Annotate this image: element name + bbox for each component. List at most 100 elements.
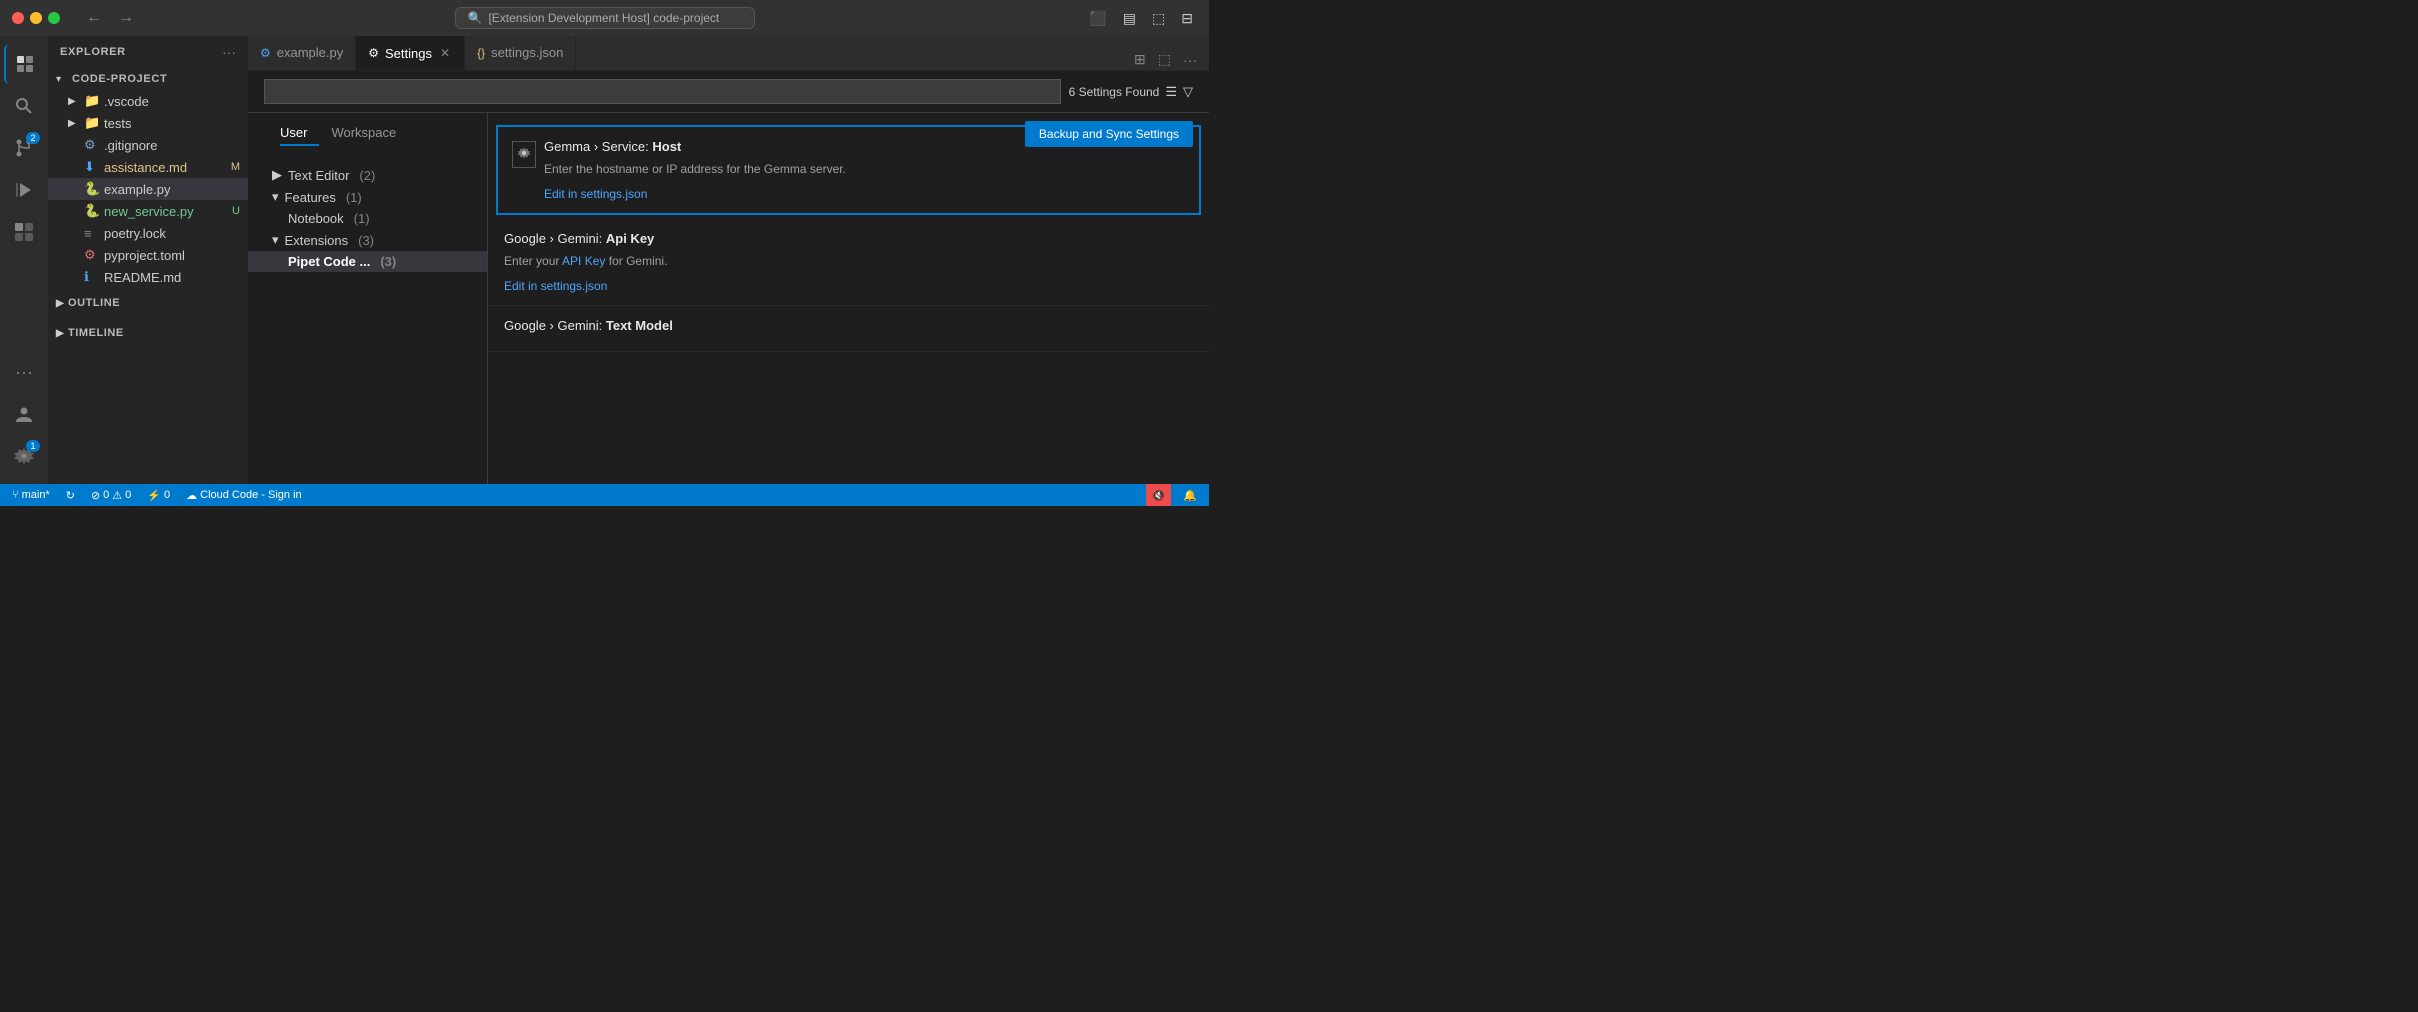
tab-settings-json[interactable]: {} settings.json — [465, 35, 576, 70]
minimize-button[interactable] — [30, 12, 42, 24]
sidebar-more-button[interactable]: ··· — [222, 44, 236, 60]
split-editor-button[interactable]: ⬚ — [1148, 8, 1169, 29]
tab-settings[interactable]: ⚙ Settings ✕ — [356, 35, 465, 70]
status-sync[interactable]: ↻ — [62, 484, 79, 506]
clear-search-button[interactable]: ☰ — [1165, 84, 1177, 100]
nav-item-features[interactable]: ▾ Features (1) — [248, 186, 487, 208]
status-mute-button[interactable]: 🔇 — [1146, 484, 1172, 506]
nav-notebook-count: (1) — [354, 211, 370, 226]
sidebar-header: EXPLORER ··· — [48, 36, 248, 68]
timeline-arrow-icon: ▶ — [56, 328, 68, 339]
file-tree: ▾ CODE-PROJECT ▶ 📁 .vscode ▶ 📁 tests ▶ ⚙… — [48, 68, 248, 484]
sidebar-item-search[interactable] — [4, 86, 44, 126]
tree-item-pyproject-toml[interactable]: ▶ ⚙ pyproject.toml — [48, 244, 248, 266]
tree-item-new-service-py[interactable]: ▶ 🐍 new_service.py U — [48, 200, 248, 222]
setting-item-google-text-model: Google › Gemini: Text Model — [488, 306, 1209, 352]
tests-label: tests — [104, 116, 248, 131]
nav-item-text-editor[interactable]: ▶ Text Editor (2) — [248, 164, 487, 186]
outline-arrow-icon: ▶ — [56, 298, 68, 309]
nav-item-extensions[interactable]: ▾ Extensions (3) — [248, 229, 487, 251]
status-branch-label: main* — [22, 489, 50, 501]
sidebar-item-settings[interactable]: 1 — [4, 436, 44, 476]
timeline-header[interactable]: ▶ TIMELINE — [48, 322, 248, 344]
explorer-icon — [14, 53, 36, 75]
setting-text-model-prefix: Google › Gemini: — [504, 318, 606, 333]
sidebar-item-source-control[interactable]: 2 — [4, 128, 44, 168]
customize-layout-button[interactable]: ⊟ — [1177, 8, 1197, 29]
warning-icon: ⚠ — [112, 489, 122, 502]
tab-actions: ⊞ ⬚ ··· — [1130, 49, 1209, 70]
status-bell-button[interactable]: 🔔 — [1179, 484, 1201, 506]
titlebar: ← → 🔍 [Extension Development Host] code-… — [0, 0, 1209, 36]
py-tab-icon: ⚙ — [260, 46, 271, 60]
tree-item-readme[interactable]: ▶ ℹ README.md — [48, 266, 248, 288]
sidebar-item-run[interactable] — [4, 170, 44, 210]
split-editor-right-button[interactable]: ⬚ — [1154, 49, 1175, 70]
tree-item-vscode[interactable]: ▶ 📁 .vscode — [48, 90, 248, 112]
tab-example-py[interactable]: ⚙ example.py — [248, 35, 356, 70]
tree-item-assistance-md[interactable]: ▶ ⬇ assistance.md M — [48, 156, 248, 178]
status-errors[interactable]: ⊘ 0 ⚠ 0 — [87, 484, 135, 506]
nav-item-notebook[interactable]: Notebook (1) — [248, 208, 487, 229]
forward-button[interactable]: → — [112, 7, 140, 29]
setting-desc-google-api-key: Enter your API Key for Gemini. — [504, 252, 1193, 270]
bell-icon: 🔔 — [1183, 489, 1197, 502]
git-icon: ⚙ — [84, 137, 100, 153]
search-results: 6 Settings Found ☰ ▽ — [1069, 84, 1193, 100]
titlebar-search-text: [Extension Development Host] code-projec… — [488, 11, 719, 25]
tab-settings-json-label: settings.json — [491, 45, 563, 60]
titlebar-search[interactable]: 🔍 [Extension Development Host] code-proj… — [455, 7, 755, 29]
edit-settings-json-link-1[interactable]: Edit in settings.json — [544, 187, 647, 201]
tree-item-example-py[interactable]: ▶ 🐍 example.py — [48, 178, 248, 200]
tree-item-tests[interactable]: ▶ 📁 tests — [48, 112, 248, 134]
sidebar-item-more[interactable]: ··· — [4, 352, 44, 392]
nav-buttons: ← → — [80, 7, 140, 29]
setting-title-gemma-host: Gemma › Service: Host — [544, 139, 846, 154]
settings-tabs: User Workspace — [264, 121, 471, 154]
tree-item-poetry-lock[interactable]: ▶ ≡ poetry.lock — [48, 222, 248, 244]
tab-workspace[interactable]: Workspace — [319, 121, 408, 146]
tab-user[interactable]: User — [280, 121, 319, 146]
backup-sync-button[interactable]: Backup and Sync Settings — [1025, 121, 1193, 147]
main-layout: 2 ··· — [0, 36, 1209, 484]
close-button[interactable] — [12, 12, 24, 24]
back-button[interactable]: ← — [80, 7, 108, 29]
tab-close-button[interactable]: ✕ — [438, 46, 452, 60]
root-arrow-icon: ▾ — [56, 74, 68, 85]
root-label: CODE-PROJECT — [72, 73, 167, 85]
maximize-button[interactable] — [48, 12, 60, 24]
json-tab-icon: {} — [477, 46, 485, 60]
lock-icon: ≡ — [84, 226, 100, 241]
settings-search-input[interactable]: pipet — [264, 79, 1061, 104]
tree-item-gitignore[interactable]: ▶ ⚙ .gitignore — [48, 134, 248, 156]
sidebar-item-profile[interactable] — [4, 394, 44, 434]
new-service-py-label: new_service.py — [104, 204, 228, 219]
mute-icon: 🔇 — [1152, 489, 1166, 502]
tree-root[interactable]: ▾ CODE-PROJECT — [48, 68, 248, 90]
sidebar-item-explorer[interactable] — [4, 44, 44, 84]
nav-item-pipet-code[interactable]: Pipet Code ... (3) — [248, 251, 487, 272]
more-actions-button[interactable]: ··· — [1179, 50, 1201, 70]
folder-arrow-icon: ▶ — [68, 118, 80, 129]
setting-api-key-prefix: Google › Gemini: — [504, 231, 606, 246]
py-icon: 🐍 — [84, 181, 100, 197]
status-branch[interactable]: ⑂ main* — [8, 484, 54, 506]
search-icon — [13, 95, 35, 117]
outline-header[interactable]: ▶ OUTLINE — [48, 292, 248, 314]
status-bar: ⑂ main* ↻ ⊘ 0 ⚠ 0 ⚡ 0 ☁ Cloud Code - Sig… — [0, 484, 1209, 506]
vscode-label: .vscode — [104, 94, 248, 109]
api-key-link[interactable]: API Key — [562, 254, 605, 268]
nav-pipet-count: (3) — [380, 254, 396, 269]
layout-toggle-button[interactable]: ▤ — [1119, 8, 1140, 29]
status-ports[interactable]: ⚡ 0 — [143, 484, 174, 506]
more-icon: ··· — [15, 362, 33, 383]
panel-layout-button[interactable]: ⬛ — [1085, 8, 1110, 29]
filter-button[interactable]: ▽ — [1183, 84, 1193, 100]
nav-extensions-count: (3) — [358, 233, 374, 248]
open-in-editor-button[interactable]: ⊞ — [1130, 49, 1150, 70]
status-cloud-code[interactable]: ☁ Cloud Code - Sign in — [182, 484, 306, 506]
backup-button-container: Backup and Sync Settings — [488, 113, 1209, 121]
sidebar-item-extensions[interactable] — [4, 212, 44, 252]
setting-gear-button[interactable] — [512, 141, 536, 168]
edit-settings-json-link-2[interactable]: Edit in settings.json — [504, 279, 607, 293]
